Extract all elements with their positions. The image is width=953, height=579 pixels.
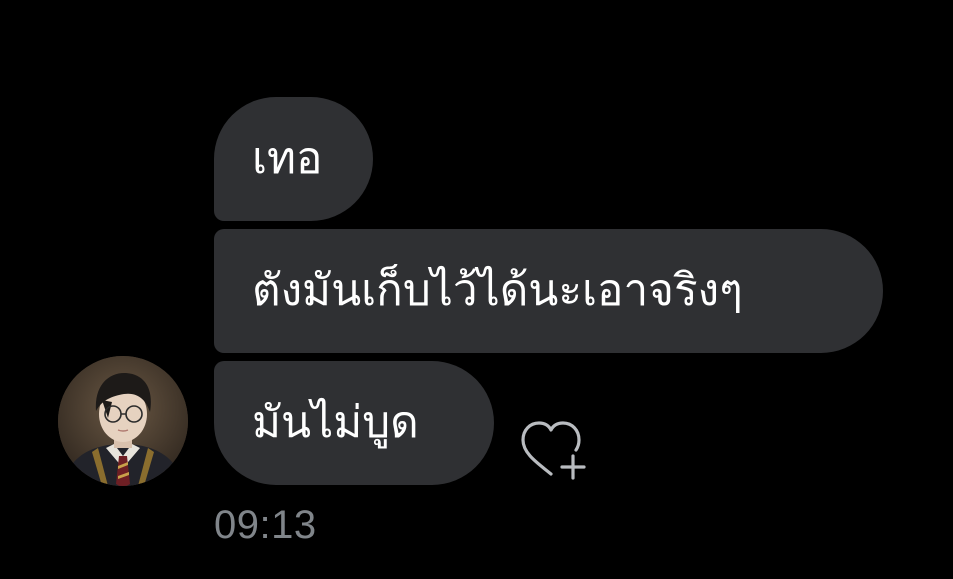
message-thread: เทอ ตังมันเก็บไว้ได้นะเอาจริงๆ มันไม่บูด (0, 0, 953, 579)
heart-add-icon[interactable] (519, 418, 589, 482)
message-bubble[interactable]: เทอ (214, 97, 373, 221)
message-timestamp: 09:13 (214, 503, 317, 547)
message-bubble[interactable]: ตังมันเก็บไว้ได้นะเอาจริงๆ (214, 229, 883, 353)
avatar[interactable] (58, 356, 188, 486)
message-text: ตังมันเก็บไว้ได้นะเอาจริงๆ (252, 265, 743, 316)
message-bubble[interactable]: มันไม่บูด (214, 361, 494, 485)
message-text: มันไม่บูด (252, 397, 419, 448)
message-text: เทอ (252, 133, 323, 184)
